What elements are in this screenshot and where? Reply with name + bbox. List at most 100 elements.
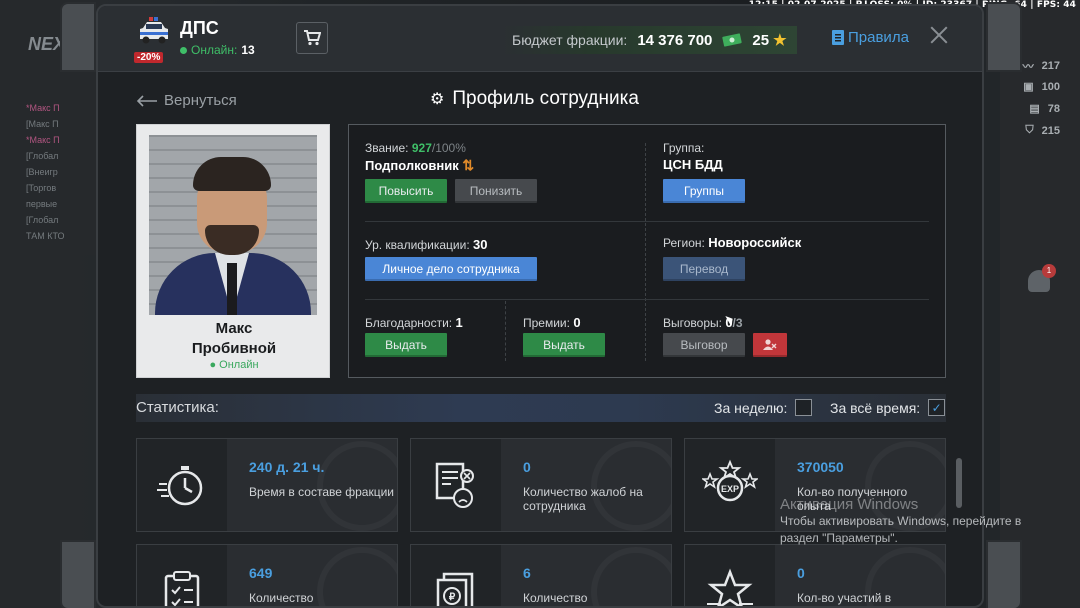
week-filter[interactable]: За неделю: bbox=[714, 399, 813, 416]
stat-card: 649 Количество bbox=[136, 544, 398, 606]
frame-corner bbox=[986, 2, 1022, 72]
stat-description: Кол-во участий в bbox=[797, 591, 892, 605]
chat-line: ТАМ КТО bbox=[26, 231, 65, 241]
clipboard-icon bbox=[164, 571, 200, 606]
qualification-line: Ур. квалификации: 30 bbox=[365, 237, 488, 252]
stat-card: ₽ 6 Количество bbox=[410, 544, 672, 606]
employee-name: Макс Пробивной bbox=[191, 320, 277, 357]
chat-line: [Торгов bbox=[26, 183, 57, 193]
stars-counter: 25 ★ bbox=[752, 31, 787, 50]
rank-arrows-icon: ⇅ bbox=[462, 157, 475, 173]
region-line: Регион: Новороссийск bbox=[663, 235, 802, 250]
panel-header: -20% ДПС Онлайн: 13 Бюджет фракции: 14 3… bbox=[98, 6, 982, 72]
personal-file-button[interactable]: Личное дело сотрудника bbox=[365, 257, 537, 281]
bonus-line: Премии: 0 bbox=[523, 315, 581, 330]
give-thanks-button[interactable]: Выдать bbox=[365, 333, 447, 357]
pulse-icon: 〰 bbox=[1022, 61, 1034, 73]
stat-description: Количество bbox=[249, 591, 314, 605]
notification-badge: 1 bbox=[1042, 264, 1056, 278]
discount-badge: -20% bbox=[134, 52, 164, 63]
faction-online: Онлайн: 13 bbox=[180, 43, 255, 57]
game-left-area: NEXT *Макс П [Макс П *Макс П [Глобал [Вн… bbox=[0, 0, 100, 608]
money-icon bbox=[722, 33, 743, 47]
reprimand-button[interactable]: Выговор bbox=[663, 333, 745, 357]
star-icon: ★ bbox=[773, 32, 787, 49]
frame-corner bbox=[60, 2, 96, 72]
statistics-header: Статистика: За неделю: За всё время: ✓ bbox=[136, 394, 946, 422]
group-label: Группа: bbox=[663, 141, 705, 155]
arrow-left-icon bbox=[136, 94, 157, 107]
frame-corner bbox=[986, 540, 1022, 608]
bonus-value: 0 bbox=[573, 315, 581, 330]
chat-line: [Внеигр bbox=[26, 167, 58, 177]
stopwatch-icon bbox=[157, 466, 203, 506]
frame-corner bbox=[60, 540, 96, 608]
stat-value: 649 bbox=[249, 565, 273, 581]
page-title: ⚙ Профиль сотрудника bbox=[430, 88, 639, 109]
shop-button[interactable] bbox=[296, 22, 328, 54]
back-button[interactable]: Вернуться bbox=[136, 92, 237, 109]
chat-line: *Макс П bbox=[26, 135, 60, 145]
group-value: ЦСН БДД bbox=[663, 157, 723, 172]
gear-icon: ⚙ bbox=[430, 91, 445, 108]
thanks-line: Благодарности: 1 bbox=[365, 315, 463, 330]
all-time-filter[interactable]: За всё время: ✓ bbox=[830, 399, 946, 416]
faction-name: ДПС bbox=[180, 18, 219, 38]
close-icon[interactable] bbox=[928, 24, 950, 46]
demote-button[interactable]: Понизить bbox=[455, 179, 537, 203]
stat-description: Время в составе фракции bbox=[249, 485, 394, 499]
promote-button[interactable]: Повысить bbox=[365, 179, 447, 203]
chat-line: [Глобал bbox=[26, 151, 59, 161]
transfer-button[interactable]: Перевод bbox=[663, 257, 745, 281]
food-icon: ▣ bbox=[1023, 81, 1034, 93]
rank-name: Подполковник ⇅ bbox=[365, 157, 475, 173]
thanks-value: 1 bbox=[455, 315, 463, 330]
hud-stat: ▤ 78 bbox=[1029, 102, 1060, 116]
game-chat: *Макс П [Макс П *Макс П [Глобал [Внеигр … bbox=[26, 100, 100, 244]
hud-stat: ⛉ 215 bbox=[1025, 124, 1060, 137]
stat-value: 6 bbox=[523, 565, 531, 581]
rules-link[interactable]: Правила bbox=[832, 29, 909, 46]
hud-stat: 〰 217 bbox=[1022, 60, 1060, 73]
user-remove-icon bbox=[763, 339, 777, 350]
windows-activation-watermark: Активация Windows Чтобы активировать Win… bbox=[780, 496, 1022, 545]
stat-card: 0 Кол-во участий в bbox=[684, 544, 946, 606]
stat-card: 240 д. 21 ч. Время в составе фракции bbox=[136, 438, 398, 532]
chat-line: [Глобал bbox=[26, 215, 59, 225]
employee-photo bbox=[149, 135, 317, 315]
shield-icon: ⛉ bbox=[1025, 124, 1034, 136]
week-checkbox[interactable] bbox=[795, 399, 813, 416]
stat-description: Количество жалоб на сотрудника bbox=[523, 485, 643, 513]
hud-stat: ▣ 100 bbox=[1023, 80, 1060, 94]
chat-line: *Макс П bbox=[26, 103, 60, 113]
all-time-checkbox[interactable]: ✓ bbox=[928, 399, 946, 416]
stat-value: 370050 bbox=[797, 459, 844, 475]
region-value: Новороссийск bbox=[708, 235, 802, 250]
employee-photo-card: Макс Пробивной ● Онлайн bbox=[136, 124, 330, 378]
employee-status: ● Онлайн bbox=[209, 359, 259, 371]
drink-icon: ▤ bbox=[1029, 103, 1040, 115]
rank-progress: 927 bbox=[411, 141, 432, 155]
online-count: 13 bbox=[241, 43, 255, 57]
police-car-icon bbox=[140, 17, 168, 44]
qualification-value: 30 bbox=[473, 237, 488, 252]
give-bonus-button[interactable]: Выдать bbox=[523, 333, 605, 357]
chat-line: [Макс П bbox=[26, 119, 59, 129]
document-icon bbox=[832, 30, 844, 45]
stat-value: 0 bbox=[797, 565, 805, 581]
online-dot-icon bbox=[180, 46, 187, 54]
employee-info-box: Звание: 927/100% Подполковник ⇅ Повысить… bbox=[348, 124, 946, 378]
chat-line: первые bbox=[26, 199, 58, 209]
svg-text:EXP: EXP bbox=[721, 484, 739, 494]
stat-description: Количество bbox=[523, 591, 588, 605]
budget-amount: 14 376 700 bbox=[637, 31, 713, 49]
faction-badge: -20% bbox=[134, 16, 174, 63]
stat-value: 240 д. 21 ч. bbox=[249, 459, 325, 475]
faction-budget: Бюджет фракции: 14 376 700 25 ★ bbox=[502, 26, 797, 54]
statistics-title: Статистика: bbox=[136, 399, 219, 416]
complaint-icon bbox=[435, 462, 474, 508]
rank-line: Звание: 927/100% bbox=[365, 141, 466, 155]
groups-button[interactable]: Группы bbox=[663, 179, 745, 203]
remove-employee-button[interactable] bbox=[753, 333, 787, 357]
stat-card: 0 Количество жалоб на сотрудника bbox=[410, 438, 672, 532]
